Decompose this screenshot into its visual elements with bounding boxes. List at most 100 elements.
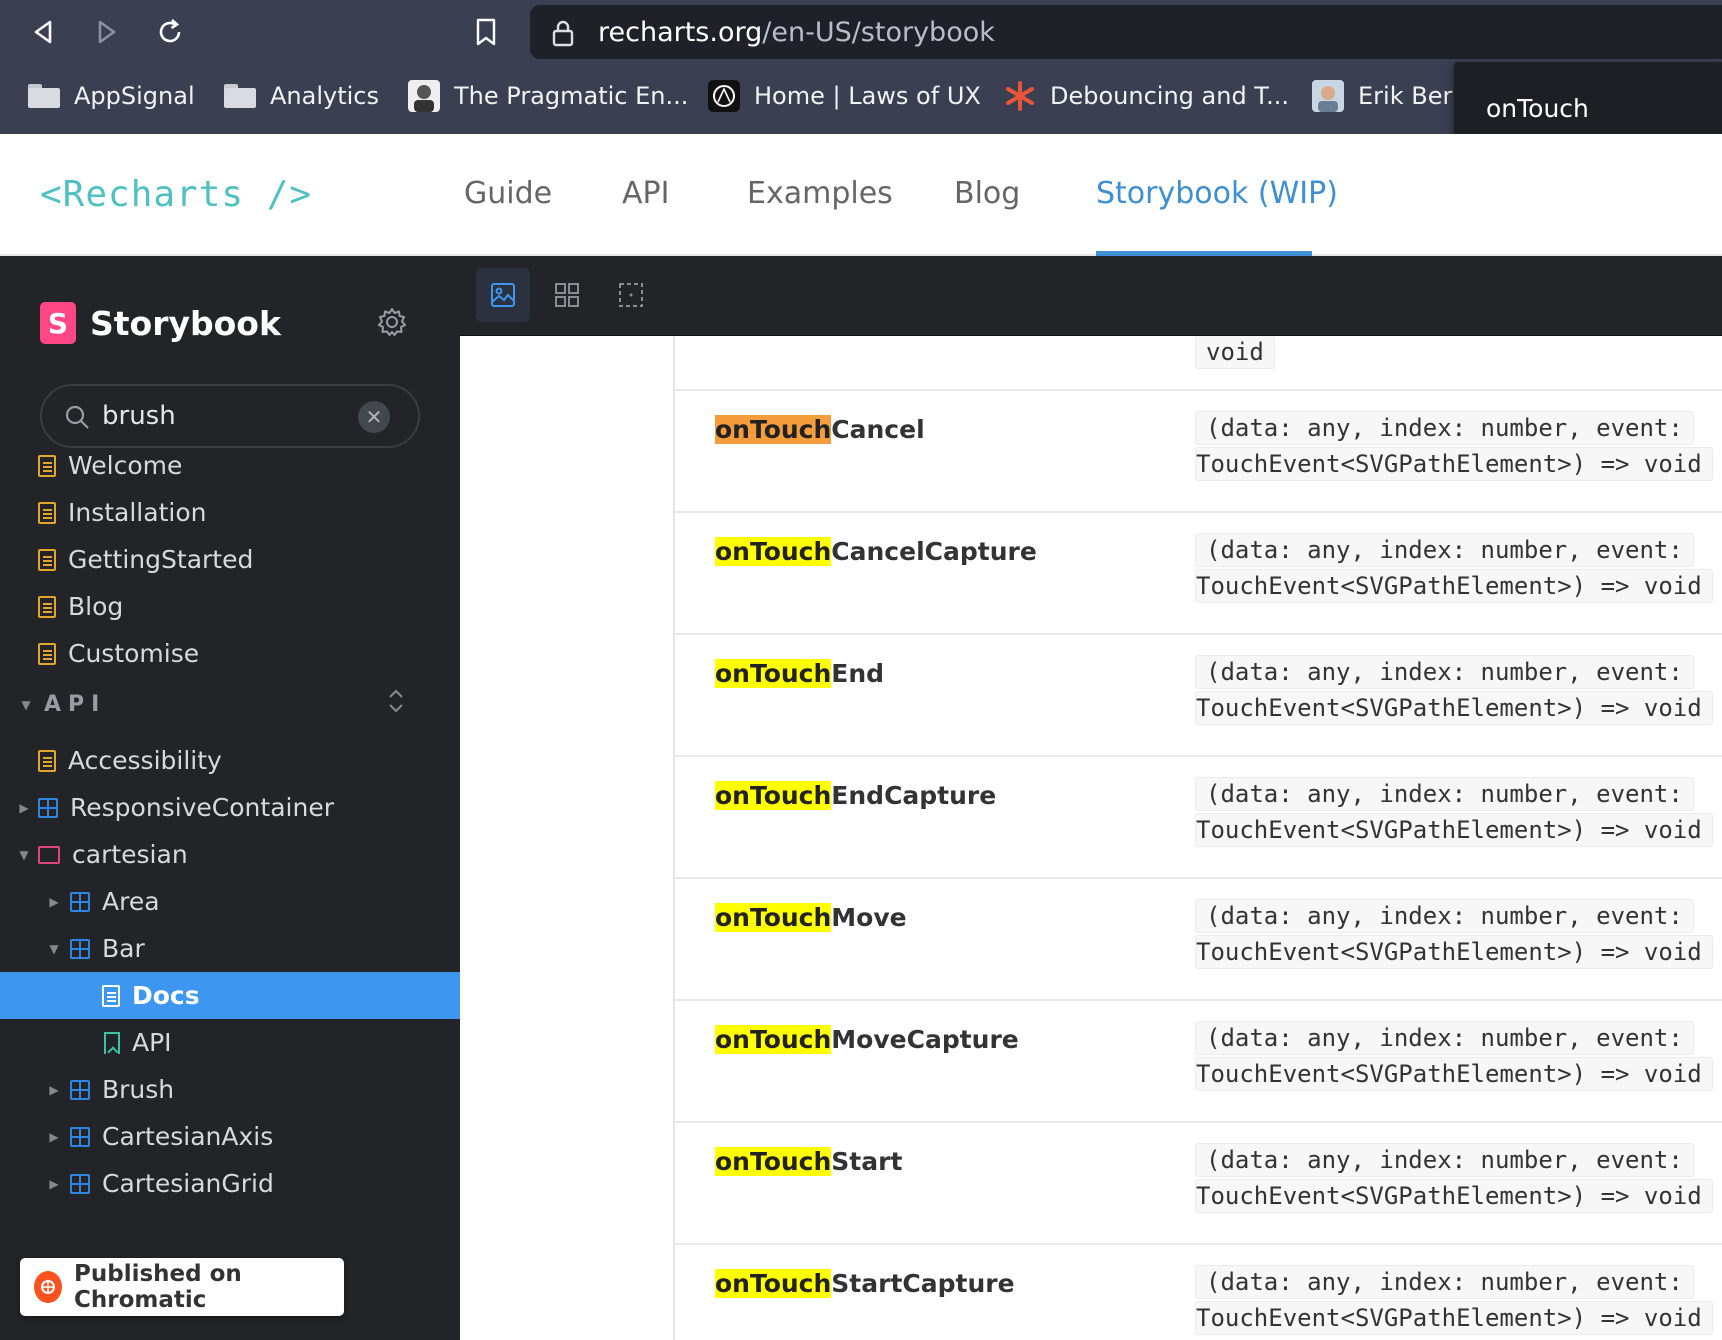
address-bar[interactable]: recharts.org/en-US/storybook — [530, 5, 1722, 59]
sidebar-item-label: Blog — [68, 592, 124, 621]
caret-right-icon: ▶ — [19, 800, 29, 815]
table-row: onTouchEnd (data: any, index: number, ev… — [675, 635, 1722, 757]
prop-type: (data: any, index: number, event: TouchE… — [1195, 777, 1722, 847]
sidebar-item-installation[interactable]: Installation — [0, 489, 460, 536]
component-icon — [70, 1079, 90, 1100]
clear-search-icon[interactable]: ✕ — [358, 401, 390, 433]
storybook-logo[interactable]: S Storybook — [40, 302, 281, 344]
nav-guide[interactable]: Guide — [464, 176, 552, 211]
sidebar-section-api[interactable]: ▼ API — [18, 692, 106, 717]
sidebar-item-area[interactable]: ▶ Area — [0, 878, 460, 925]
search-highlight: onTouch — [715, 537, 832, 566]
bookmark-label: The Pragmatic En... — [454, 82, 689, 110]
nav-blog[interactable]: Blog — [954, 176, 1020, 211]
canvas-view-button[interactable] — [476, 268, 530, 322]
storybook-icon: S — [40, 302, 76, 344]
sidebar-item-accessibility[interactable]: Accessibility — [0, 737, 460, 784]
search-highlight: onTouch — [715, 1025, 832, 1054]
type-code: TouchEvent<SVGPathElement>) => void — [1195, 1301, 1713, 1335]
type-code: (data: any, index: number, event: — [1195, 899, 1694, 933]
section-label: API — [44, 692, 107, 717]
type-code: TouchEvent<SVGPathElement>) => void — [1195, 813, 1713, 847]
bookmark-erik-bernhardsson[interactable]: Erik Berr — [1312, 78, 1462, 114]
prop-name-rest: StartCapture — [831, 1269, 1015, 1298]
prop-type: (data: any, index: number, event: TouchE… — [1195, 1143, 1722, 1213]
recharts-logo[interactable]: <Recharts /> — [40, 174, 312, 215]
grid-button[interactable] — [540, 268, 594, 322]
sidebar-item-welcome[interactable]: Welcome — [0, 442, 460, 489]
search-highlight: onTouch — [715, 415, 832, 444]
bookmark-pragmatic-engineer[interactable]: The Pragmatic En... — [408, 78, 688, 114]
reload-icon[interactable] — [152, 14, 188, 50]
prop-name: onTouchStartCapture — [715, 1269, 1015, 1298]
sidebar-item-bar[interactable]: ▼ Bar — [0, 925, 460, 972]
sidebar-item-cartesian[interactable]: ▼ cartesian — [0, 831, 460, 878]
component-icon — [70, 1126, 90, 1147]
component-icon — [70, 891, 90, 912]
sidebar-item-label: Brush — [102, 1075, 175, 1104]
sidebar-item-responsivecontainer[interactable]: ▶ ResponsiveContainer — [0, 784, 460, 831]
avatar-favicon-icon — [408, 80, 440, 112]
bookmark-appsignal[interactable]: AppSignal — [28, 78, 195, 114]
bookmark-laws-of-ux[interactable]: Home | Laws of UX — [708, 78, 981, 114]
table-row: onTouchMove (data: any, index: number, e… — [675, 879, 1722, 1001]
sidebar-item-label: Installation — [68, 498, 207, 527]
nav-api[interactable]: API — [622, 176, 669, 211]
back-icon[interactable] — [26, 14, 62, 50]
outline-button[interactable] — [604, 268, 658, 322]
caret-right-icon: ▶ — [49, 1082, 59, 1097]
prop-type: void — [1195, 336, 1722, 369]
url-text: recharts.org/en-US/storybook — [598, 17, 995, 48]
doc-icon — [38, 548, 56, 571]
sidebar-item-customise[interactable]: Customise — [0, 630, 460, 677]
sidebar-item-cartesiangrid[interactable]: ▶ CartesianGrid — [0, 1160, 460, 1207]
gear-icon[interactable] — [376, 306, 408, 338]
prop-type: (data: any, index: number, event: TouchE… — [1195, 1021, 1722, 1091]
sidebar-item-label: GettingStarted — [68, 545, 254, 574]
caret-down-icon: ▼ — [19, 847, 29, 862]
expand-collapse-icon[interactable] — [386, 688, 406, 714]
sidebar-item-cartesianaxis[interactable]: ▶ CartesianAxis — [0, 1113, 460, 1160]
doc-icon — [38, 454, 56, 477]
bookmark-analytics[interactable]: Analytics — [224, 78, 379, 114]
published-on-chromatic-badge[interactable]: Published on Chromatic — [20, 1258, 344, 1316]
sidebar-item-gettingstarted[interactable]: GettingStarted — [0, 536, 460, 583]
prop-name-rest: Move — [831, 903, 907, 932]
prop-name-rest: Cancel — [831, 415, 925, 444]
table-row: onTouchStartCapture (data: any, index: n… — [675, 1245, 1722, 1340]
table-row: onTouchStart (data: any, index: number, … — [675, 1123, 1722, 1245]
bookmark-label: Home | Laws of UX — [754, 82, 981, 110]
type-code: TouchEvent<SVGPathElement>) => void — [1195, 691, 1713, 725]
bookmark-debouncing[interactable]: Debouncing and T... — [1004, 78, 1289, 114]
bookmark-label: AppSignal — [74, 82, 195, 110]
sidebar-item-bar-docs[interactable]: Docs — [0, 972, 460, 1019]
prop-name-rest: CancelCapture — [831, 537, 1037, 566]
sidebar-item-label: Accessibility — [68, 746, 222, 775]
sidebar-item-blog[interactable]: Blog — [0, 583, 460, 630]
nav-examples[interactable]: Examples — [747, 176, 893, 211]
sidebar-item-brush[interactable]: ▶ Brush — [0, 1066, 460, 1113]
component-icon — [70, 1173, 90, 1194]
sidebar-item-label: Customise — [68, 639, 200, 668]
search-input[interactable] — [102, 396, 362, 436]
bookmark-label: Analytics — [270, 82, 379, 110]
sidebar-item-label: CartesianGrid — [102, 1169, 274, 1198]
search-icon — [65, 405, 89, 429]
sidebar-item-label: Docs — [132, 981, 200, 1010]
folder-icon — [38, 845, 60, 864]
doc-icon — [38, 595, 56, 618]
forward-icon[interactable] — [88, 14, 124, 50]
bookmark-page-icon[interactable] — [468, 14, 504, 50]
search-highlight: onTouch — [715, 1269, 832, 1298]
browser-chrome: recharts.org/en-US/storybook AppSignal A… — [0, 0, 1722, 156]
sidebar-item-label: Welcome — [68, 451, 183, 480]
sidebar-item-bar-api[interactable]: API — [0, 1019, 460, 1066]
prop-name-rest: MoveCapture — [831, 1025, 1019, 1054]
table-row: onTouchCancel (data: any, index: number,… — [675, 391, 1722, 513]
search-highlight: onTouch — [715, 1147, 832, 1176]
table-row: onTouchEndCapture (data: any, index: num… — [675, 757, 1722, 879]
prop-type: (data: any, index: number, event: TouchE… — [1195, 533, 1722, 603]
outline-icon — [619, 283, 643, 307]
image-icon — [491, 283, 515, 307]
nav-storybook[interactable]: Storybook (WIP) — [1096, 176, 1338, 211]
